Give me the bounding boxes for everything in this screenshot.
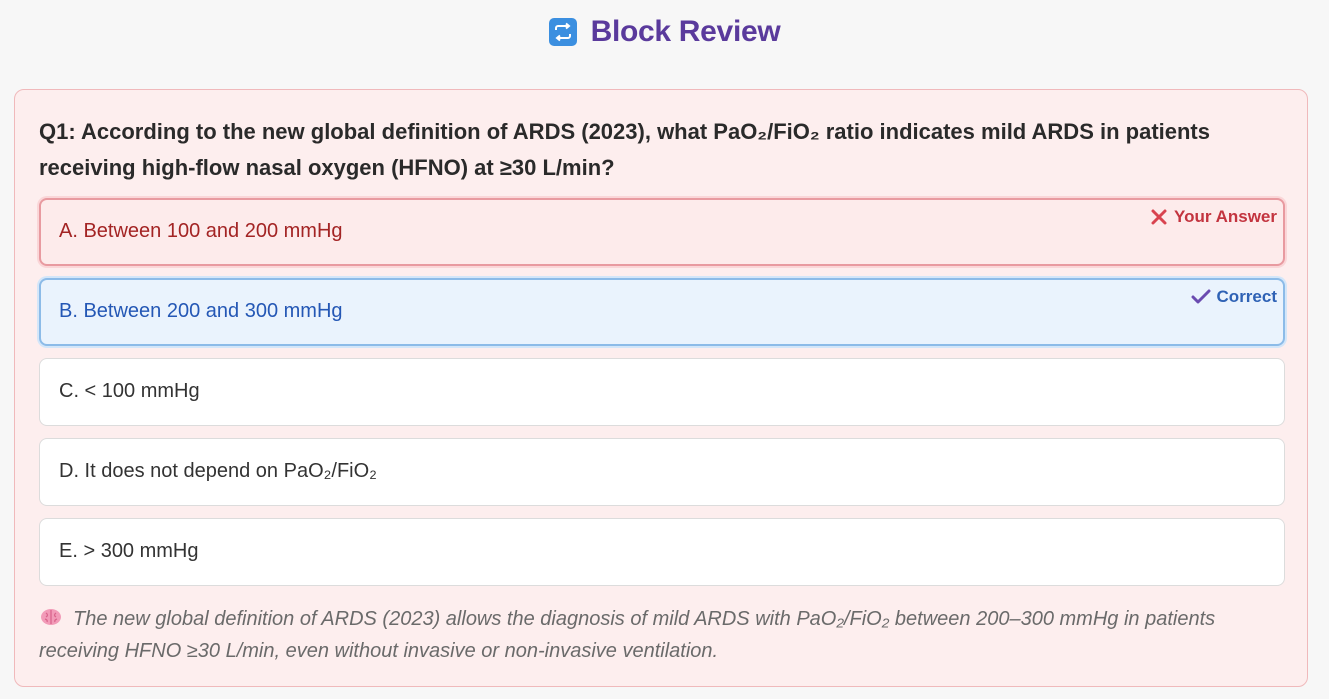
option-label: D. It does not depend on PaO₂/FiO₂	[59, 460, 377, 482]
explanation: The new global definition of ARDS (2023)…	[39, 604, 1279, 666]
option-d[interactable]: D. It does not depend on PaO₂/FiO₂	[39, 438, 1285, 506]
option-label: C. < 100 mmHg	[59, 380, 200, 402]
option-label: A. Between 100 and 200 mmHg	[59, 220, 343, 242]
option-b[interactable]: B. Between 200 and 300 mmHg Correct	[39, 278, 1285, 346]
repeat-arrows-icon	[548, 18, 577, 46]
page-header: Block Review	[0, 12, 1329, 52]
your-answer-label: Your Answer	[1174, 207, 1277, 226]
question-text: Q1: According to the new global definiti…	[39, 119, 1210, 180]
x-icon	[1151, 209, 1167, 225]
option-c[interactable]: C. < 100 mmHg	[39, 358, 1285, 426]
option-e[interactable]: E. > 300 mmHg	[39, 518, 1285, 586]
explanation-text: The new global definition of ARDS (2023)…	[39, 608, 1216, 662]
page-title: Block Review	[590, 15, 781, 48]
option-label: B. Between 200 and 300 mmHg	[59, 300, 343, 322]
correct-label: Correct	[1216, 287, 1277, 306]
brain-icon	[39, 606, 63, 636]
option-label: E. > 300 mmHg	[59, 540, 199, 562]
option-a[interactable]: A. Between 100 and 200 mmHg Your Answer	[39, 198, 1285, 266]
check-icon	[1191, 289, 1211, 304]
your-answer-tag: Your Answer	[1150, 207, 1277, 227]
question-card: Q1: According to the new global definiti…	[14, 89, 1308, 687]
correct-tag: Correct	[1191, 287, 1277, 307]
